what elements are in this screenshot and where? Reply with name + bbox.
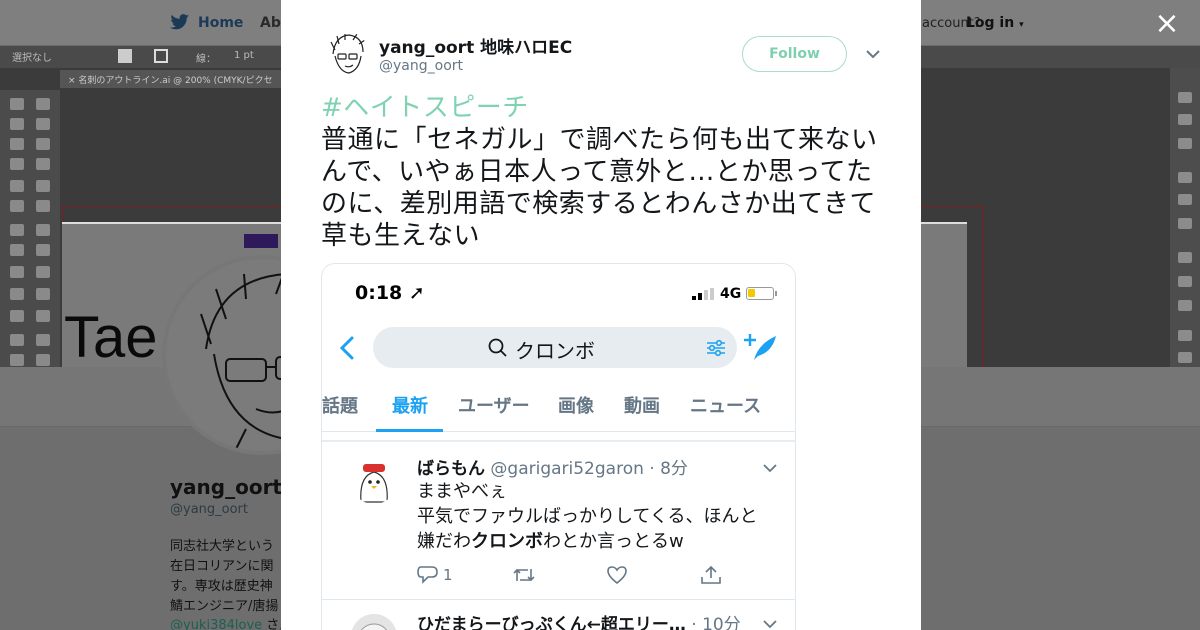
twitter-bird-icon [170,14,190,30]
tweet-author[interactable]: ばらもん @garigari52garon · 8分 [417,454,688,479]
artboard-logo-block [244,234,278,248]
tab-news[interactable]: ニュース [690,392,761,418]
author-name[interactable]: yang_oort 地味ハロEC [379,33,572,58]
tweet-actions: 1 [417,564,721,588]
tweet-modal: yang_oort 地味ハロEC @yang_oort Follow #ヘイトス… [281,0,921,630]
hashtag-link[interactable]: #ヘイトスピーチ [321,92,891,124]
share-icon [701,565,721,584]
profile-handle: @yang_oort [170,502,248,517]
nav-home[interactable]: Home [170,14,243,31]
search-input[interactable]: クロンボ [373,327,737,368]
nav-login-label: Log in [966,15,1015,31]
profile-bio-line-1: 同志社大学という [170,539,275,554]
tab-videos[interactable]: 動画 [624,392,660,418]
tweet-author-name: ひだまらーびっぷくん←超エリー… [417,615,686,630]
share-button[interactable] [700,564,722,586]
profile-bio-line-2: 在日コリアンに関 [170,559,274,574]
bio-mention-link[interactable]: @yuki384love [170,618,262,630]
illustrator-tools-panel [0,90,60,367]
tweet-text: #ヘイトスピーチ 普通に「セネガル」で調べたら何も出て来ないんで、いやぁ日本人っ… [321,92,891,252]
illustrator-side-panel [1170,68,1200,367]
like-icon [607,566,627,585]
tab-users[interactable]: ユーザー [458,392,530,418]
tab-latest[interactable]: 最新 [392,392,428,418]
tweet-line-3-pre: 嫌だわ [417,531,471,552]
stroke-swatch [154,49,168,63]
search-result-tweet[interactable]: ひだまらーびっぷくん←超エリー… · 10分 [322,600,795,630]
profile-bio-line-3: す。専攻は歴史神 [170,579,273,594]
nav-home-label: Home [198,14,244,31]
tweet-author-meta: @garigari52garon · 8分 [485,459,688,479]
tweet-line-1: ままやべぇ [417,481,507,502]
follow-button[interactable]: Follow [742,36,847,72]
author-handle[interactable]: @yang_oort [379,58,463,74]
tweet-keyword: クロンボ [471,531,543,552]
filter-icon[interactable] [705,337,727,359]
document-tab-label: 名刺のアウトライン.ai @ 200% (CMYK/ピクセ [78,76,273,86]
tweet-content: ままやべぇ 平気でファウルばっかりしてくる、ほんと 嫌だわクロンボわとか言っとる… [417,479,782,554]
tweet-image[interactable]: 0:18 ➚ 4G クロンボ 話題 最新 ユーザー 画像 動画 ニュース ばらも… [321,263,796,630]
profile-bio-line-5: @yuki384love さん [170,614,288,630]
nav-login[interactable]: Log in ▾ [966,15,1024,31]
avatar-sketch-icon [325,32,369,76]
search-query: クロンボ [515,339,595,363]
close-icon[interactable]: × [1152,9,1182,39]
tweet-line-2: 平気でファウルばっかりしてくる、ほんと [417,506,758,527]
chevron-down-icon[interactable] [762,460,778,476]
stroke-value: 1 pt [234,50,254,61]
reply-count: 1 [443,566,453,584]
tweet-avatar[interactable] [351,458,397,504]
chevron-down-icon: ▾ [1019,20,1024,30]
character-avatar-icon [351,614,397,630]
tweet-author-name: ばらもん [417,459,485,479]
active-tab-indicator [376,429,443,432]
search-result-tweet[interactable]: ばらもん @garigari52garon · 8分 ままやべぇ 平気でファウル… [322,442,795,599]
battery-icon [746,287,777,300]
tab-topics[interactable]: 話題 [322,392,358,418]
like-button[interactable] [606,564,628,586]
chevron-down-icon[interactable] [864,45,882,63]
chevron-down-icon[interactable] [762,616,778,630]
penguin-avatar-icon [351,458,397,504]
retweet-icon [513,568,535,582]
stroke-label: 線： [196,54,216,65]
search-icon [488,338,507,357]
document-tab: × 名刺のアウトライン.ai @ 200% (CMYK/ピクセ [60,70,290,88]
selection-status: 選択なし [12,53,52,64]
tweet-author[interactable]: ひだまらーびっぷくん←超エリー… · 10分 [417,610,741,630]
author-avatar[interactable] [325,32,369,76]
artboard-text: Tae [64,305,158,367]
fill-swatch [118,49,132,63]
tweet-avatar[interactable] [351,614,397,630]
tweet-author-meta: · 10分 [685,615,741,630]
retweet-button[interactable] [512,564,536,586]
reply-button[interactable]: 1 [417,564,453,586]
status-time: 0:18 ➚ [355,282,425,304]
tweet-body: 普通に「セネガル」で調べたら何も出て来ないんで、いやぁ日本人って意外と…とか思っ… [321,125,878,251]
tab-images[interactable]: 画像 [558,392,594,418]
reply-icon [417,566,438,584]
profile-bio-line-4: 鯖エンジニア/唐揚 [170,599,279,614]
status-network: 4G [720,286,742,302]
back-icon[interactable] [336,334,358,362]
tweet-line-3: 嫌だわクロンボわとか言っとるw [417,529,782,554]
profile-name: yang_oort [170,475,282,499]
signal-icon [692,288,714,300]
search-tabs: 話題 最新 ユーザー 画像 動画 ニュース [322,388,795,432]
compose-icon[interactable] [744,332,778,364]
tweet-line-3-post: わとか言っとるw [543,531,684,552]
